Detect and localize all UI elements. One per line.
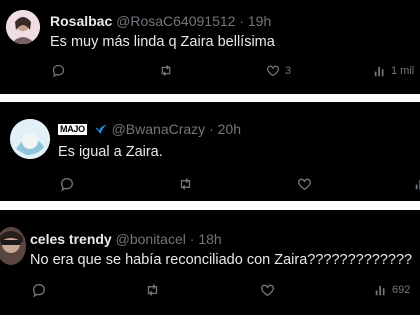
tweet-header: Rosalbac @RosaC64091512 · 19h — [50, 12, 271, 30]
reply-button[interactable] — [59, 176, 75, 192]
avatar[interactable] — [0, 227, 26, 265]
like-button[interactable]: 3 — [265, 63, 291, 78]
reply-button[interactable] — [31, 282, 47, 298]
views-icon — [415, 179, 420, 190]
reply-icon — [60, 177, 74, 192]
tweet-text: No era que se había reconciliado con Zai… — [30, 252, 413, 268]
views-button[interactable] — [414, 177, 420, 191]
retweet-icon — [180, 178, 191, 190]
like-icon — [266, 65, 280, 77]
tweet-text: Es muy más linda q Zaira bellísima — [50, 34, 275, 50]
like-button[interactable] — [296, 176, 313, 192]
retweet-button[interactable] — [158, 63, 174, 78]
timestamp[interactable]: 20h — [218, 121, 241, 137]
reply-icon — [52, 64, 65, 78]
views-icon — [375, 285, 385, 296]
handle[interactable]: @bonitacel — [116, 231, 186, 247]
timestamp[interactable]: 18h — [198, 231, 221, 247]
divider-band — [0, 94, 420, 102]
retweet-button[interactable] — [144, 282, 161, 298]
tweet-card[interactable]: celes trendy @bonitacel · 18h No era que… — [0, 210, 420, 315]
reply-icon — [32, 283, 46, 298]
like-icon — [298, 178, 311, 191]
display-name[interactable]: Rosalbac — [50, 13, 112, 29]
tweet-card[interactable]: Rosalbac @RosaC64091512 · 19h Es muy más… — [0, 0, 420, 94]
like-count: 3 — [285, 64, 292, 77]
tweet-header: MAJO @BwanaCrazy · 20h — [58, 120, 241, 138]
display-name[interactable]: celes trendy — [30, 231, 112, 247]
like-button[interactable] — [259, 282, 276, 298]
view-count: 692 — [392, 284, 411, 296]
retweet-button[interactable] — [177, 176, 194, 192]
verified-icon — [94, 124, 107, 135]
views-icon — [374, 66, 384, 77]
handle[interactable]: @RosaC64091512 — [116, 13, 235, 29]
avatar[interactable] — [6, 10, 40, 44]
divider-band — [0, 201, 420, 210]
views-button[interactable]: 692 — [374, 283, 410, 297]
tweet-text: Es igual a Zaira. — [58, 144, 163, 160]
tweet-header: celes trendy @bonitacel · 18h — [30, 230, 222, 248]
views-button[interactable]: 1 mil — [373, 64, 414, 78]
separator: · — [189, 231, 195, 247]
separator: · — [209, 121, 214, 137]
separator: · — [239, 13, 244, 29]
view-count: 1 mil — [391, 65, 415, 77]
display-name-logo[interactable]: MAJO — [58, 124, 87, 135]
handle[interactable]: @BwanaCrazy — [112, 121, 206, 137]
tweet-card[interactable]: MAJO @BwanaCrazy · 20h Es igual a Zaira. — [0, 102, 420, 201]
timestamp[interactable]: 19h — [248, 13, 271, 29]
avatar[interactable] — [10, 119, 50, 159]
retweet-icon — [161, 65, 171, 76]
like-icon — [261, 284, 274, 297]
reply-button[interactable] — [51, 63, 66, 78]
retweet-icon — [147, 284, 158, 296]
